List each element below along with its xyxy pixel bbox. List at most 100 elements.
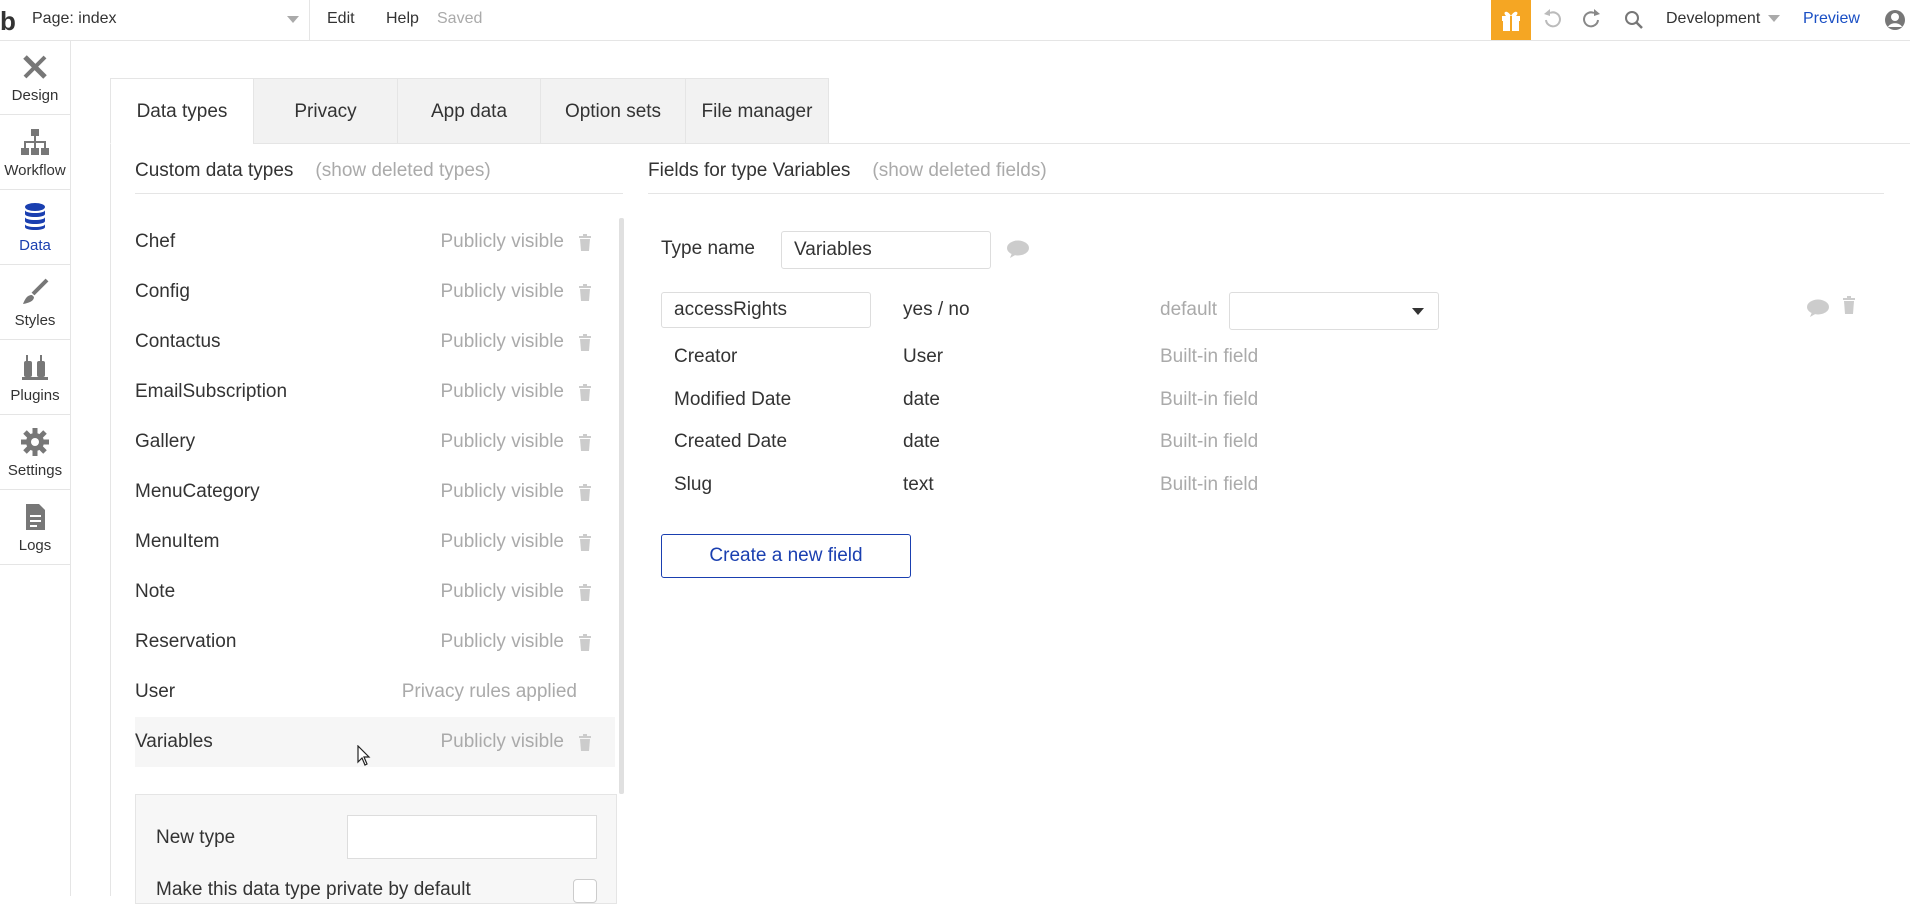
document-icon (26, 504, 45, 530)
type-name: Reservation (135, 631, 237, 652)
type-name: MenuCategory (135, 481, 260, 502)
create-new-field-button[interactable]: Create a new field (661, 534, 911, 578)
sidebar-item-design[interactable]: Design (0, 41, 70, 115)
trash-icon[interactable] (578, 434, 592, 451)
sidebar-item-plugins[interactable]: Plugins (0, 341, 70, 415)
type-visibility-status[interactable]: Publicly visible (440, 367, 564, 417)
type-visibility-status[interactable]: Publicly visible (440, 217, 564, 267)
trash-icon[interactable] (578, 334, 592, 351)
type-visibility-status[interactable]: Publicly visible (440, 517, 564, 567)
help-menu[interactable]: Help (386, 10, 419, 28)
field-type: date (903, 431, 940, 452)
sidebar-item-label: Plugins (10, 387, 60, 404)
builtin-field-note: Built-in field (1160, 431, 1259, 452)
field-name: Modified Date (674, 389, 792, 410)
field-type-dropdown[interactable]: yes / no (903, 299, 970, 321)
trash-icon[interactable] (578, 634, 592, 651)
design-icon (23, 55, 47, 79)
tab-privacy[interactable]: Privacy (253, 78, 398, 144)
type-visibility-status[interactable]: Publicly visible (440, 267, 564, 317)
tab-option-sets[interactable]: Option sets (540, 78, 686, 144)
page-selector[interactable]: Page: index (32, 0, 310, 40)
type-name: Chef (135, 231, 176, 252)
list-item[interactable]: Gallery Publicly visible (135, 417, 615, 467)
redo-icon[interactable] (1580, 8, 1604, 32)
chevron-down-icon (1768, 15, 1781, 23)
trash-icon[interactable] (578, 284, 592, 301)
gift-icon (1502, 11, 1520, 31)
trash-icon[interactable] (578, 384, 592, 401)
trash-icon[interactable] (1842, 296, 1856, 314)
type-list-scrollbar[interactable] (619, 218, 624, 794)
comment-icon[interactable] (1006, 239, 1030, 259)
list-item[interactable]: User Privacy rules applied (135, 667, 615, 717)
default-label: default (1160, 299, 1218, 320)
search-icon[interactable] (1622, 8, 1646, 32)
show-deleted-fields-link[interactable]: (show deleted fields) (872, 160, 1046, 181)
edit-menu[interactable]: Edit (327, 10, 355, 28)
sidebar-item-styles[interactable]: Styles (0, 266, 70, 340)
new-type-label: New type (156, 827, 236, 848)
gift-button[interactable] (1491, 0, 1531, 40)
list-item[interactable]: Contactus Publicly visible (135, 317, 615, 367)
sidebar-item-label: Settings (7, 462, 63, 479)
field-name: Created Date (674, 431, 788, 452)
field-name: Slug (674, 474, 713, 495)
trash-icon[interactable] (578, 734, 592, 751)
plug-icon (22, 355, 48, 380)
divider (648, 193, 1884, 194)
field-type: date (903, 389, 940, 410)
comment-icon[interactable] (1806, 298, 1830, 318)
type-visibility-status[interactable]: Privacy rules applied (402, 667, 577, 717)
private-default-checkbox[interactable] (573, 879, 597, 903)
environment-dropdown[interactable]: Development (1666, 10, 1781, 28)
sidebar-item-logs[interactable]: Logs (0, 491, 70, 565)
sidebar-item-data[interactable]: Data (0, 191, 70, 265)
type-visibility-status[interactable]: Publicly visible (440, 567, 564, 617)
show-deleted-types-link[interactable]: (show deleted types) (315, 160, 490, 181)
list-item[interactable]: Config Publicly visible (135, 267, 615, 317)
default-value-select[interactable] (1229, 292, 1439, 330)
list-item[interactable]: Reservation Publicly visible (135, 617, 615, 667)
type-visibility-status[interactable]: Publicly visible (440, 467, 564, 517)
tab-app-data[interactable]: App data (397, 78, 541, 144)
user-account-icon[interactable] (1884, 9, 1906, 31)
private-default-label: Make this data type private by default (156, 879, 471, 900)
sidebar-item-settings[interactable]: Settings (0, 416, 70, 490)
type-visibility-status[interactable]: Publicly visible (440, 417, 564, 467)
save-status: Saved (437, 10, 483, 27)
new-type-input[interactable] (347, 815, 597, 859)
brush-icon (23, 278, 49, 304)
list-item[interactable]: MenuItem Publicly visible (135, 517, 615, 567)
database-icon (25, 203, 45, 230)
builtin-field-note: Built-in field (1160, 474, 1259, 495)
type-name: Gallery (135, 431, 196, 452)
list-item[interactable]: Variables Publicly visible (135, 717, 615, 767)
tab-file-manager[interactable]: File manager (685, 78, 829, 144)
trash-icon[interactable] (578, 234, 592, 251)
preview-link[interactable]: Preview (1803, 10, 1860, 28)
field-name-input[interactable] (661, 292, 871, 328)
mouse-cursor-icon (357, 745, 371, 766)
type-visibility-status[interactable]: Publicly visible (440, 717, 564, 767)
list-item[interactable]: EmailSubscription Publicly visible (135, 367, 615, 417)
list-item[interactable]: Chef Publicly visible (135, 217, 615, 267)
list-item[interactable]: Note Publicly visible (135, 567, 615, 617)
trash-icon[interactable] (578, 484, 592, 501)
bubble-logo[interactable]: b (0, 6, 16, 37)
undo-icon[interactable] (1540, 8, 1564, 32)
type-name: User (135, 681, 176, 702)
type-visibility-status[interactable]: Publicly visible (440, 317, 564, 367)
trash-icon[interactable] (578, 534, 592, 551)
type-name-input[interactable] (781, 231, 991, 269)
type-visibility-status[interactable]: Publicly visible (440, 617, 564, 667)
gear-icon (21, 428, 49, 456)
field-name: Creator (674, 346, 738, 367)
sidebar-item-workflow[interactable]: Workflow (0, 116, 70, 190)
chevron-down-icon (1412, 308, 1424, 315)
tab-data-types[interactable]: Data types (110, 78, 254, 144)
trash-icon[interactable] (578, 584, 592, 601)
sidebar-item-label: Styles (14, 312, 56, 329)
type-name: Note (135, 581, 176, 602)
list-item[interactable]: MenuCategory Publicly visible (135, 467, 615, 517)
